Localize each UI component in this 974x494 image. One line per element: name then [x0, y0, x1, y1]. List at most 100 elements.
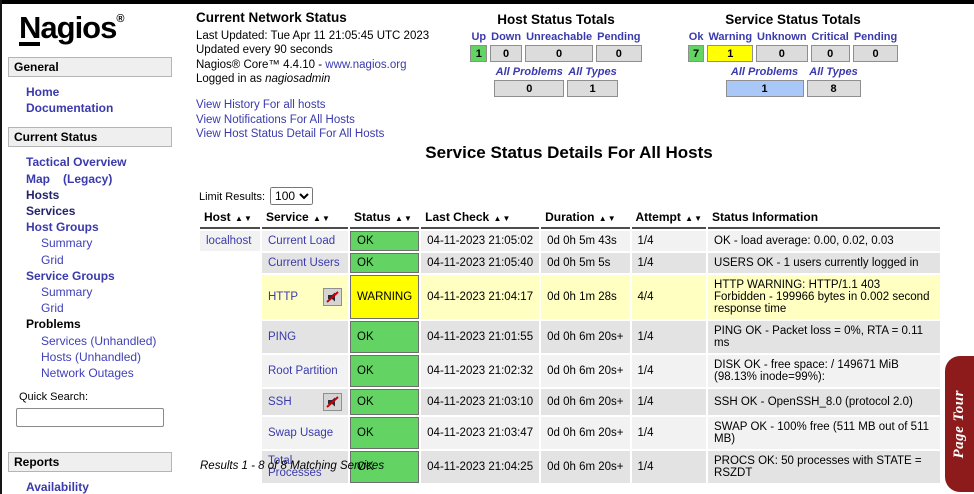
sidebar-item-hosts-unhandled[interactable]: Hosts (Unhandled): [8, 349, 172, 365]
host-totals-header-unreachable[interactable]: Unreachable: [525, 31, 593, 43]
service-all-problems-label[interactable]: All Problems: [726, 66, 804, 78]
limit-results-label: Limit Results:: [199, 191, 265, 203]
sidebar-item-service-groups-summary[interactable]: Summary: [8, 284, 172, 300]
last-check-value: 04-11-2023 21:02:32: [421, 355, 539, 387]
service-link[interactable]: SSH: [268, 396, 292, 408]
view-host-status-link[interactable]: View Host Status Detail For All Hosts: [196, 127, 456, 142]
service-all-types-label[interactable]: All Types: [807, 66, 861, 78]
left-border: [0, 0, 2, 494]
notifications-disabled-icon[interactable]: [323, 288, 342, 306]
attempt-value: 1/4: [632, 231, 707, 251]
sort-ascending-icon[interactable]: ▲: [599, 214, 607, 223]
service-link[interactable]: Root Partition: [268, 365, 338, 377]
notifications-disabled-icon[interactable]: [323, 393, 342, 411]
sort-descending-icon[interactable]: ▼: [608, 214, 616, 223]
host-cell-empty: [200, 389, 260, 415]
service-link[interactable]: Current Users: [268, 257, 340, 269]
status-badge: OK: [350, 231, 419, 251]
duration-value: 0d 0h 6m 20s+: [541, 355, 629, 387]
host-totals-title: Host Status Totals: [446, 12, 666, 27]
header-status-information: Status Information: [708, 208, 940, 229]
limit-results: Limit Results: 100: [199, 187, 313, 205]
quick-search-input[interactable]: [16, 408, 164, 427]
sort-ascending-icon[interactable]: ▲: [685, 214, 693, 223]
service-totals-summary-table: All Problems All Types 1 8: [723, 64, 864, 99]
status-information-value: SWAP OK - 100% free (511 MB out of 511 M…: [708, 417, 940, 449]
sidebar-item-availability[interactable]: Availability: [8, 479, 172, 494]
host-totals-header-up[interactable]: Up: [470, 31, 487, 43]
sidebar-item-documentation[interactable]: Documentation: [8, 100, 172, 116]
sidebar-item-service-groups[interactable]: Service Groups: [8, 268, 172, 284]
host-totals-unreachable-count: 0: [525, 45, 593, 62]
service-totals-header-pending[interactable]: Pending: [853, 31, 898, 43]
last-check-value: 04-11-2023 21:01:55: [421, 321, 539, 353]
host-totals-header-down[interactable]: Down: [490, 31, 522, 43]
duration-value: 0d 0h 1m 28s: [541, 275, 629, 319]
last-check-value: 04-11-2023 21:03:47: [421, 417, 539, 449]
sidebar-item-services-unhandled[interactable]: Services (Unhandled): [8, 333, 172, 349]
view-history-link[interactable]: View History For all hosts: [196, 98, 456, 113]
map-legacy-suffix[interactable]: (Legacy): [63, 172, 112, 186]
host-all-types-count: 1: [567, 80, 618, 97]
sidebar-item-host-groups-summary[interactable]: Summary: [8, 235, 172, 251]
page-tour-label: Page Tour: [951, 390, 968, 459]
status-information-value: SSH OK - OpenSSH_8.0 (protocol 2.0): [708, 389, 940, 415]
network-status-title: Current Network Status: [196, 11, 456, 26]
host-totals-header-pending[interactable]: Pending: [596, 31, 641, 43]
host-link[interactable]: localhost: [206, 235, 251, 247]
service-totals-critical-count: 0: [811, 45, 850, 62]
last-check-value: 04-11-2023 21:03:10: [421, 389, 539, 415]
status-badge: OK: [350, 355, 419, 387]
sidebar-item-services[interactable]: Services: [8, 203, 172, 219]
results-note: Results 1 - 8 of 8 Matching Services: [200, 460, 384, 472]
service-totals-header-ok[interactable]: Ok: [688, 31, 705, 43]
service-totals-header-critical[interactable]: Critical: [811, 31, 850, 43]
header-service: Service ▲▼: [262, 208, 348, 229]
sort-ascending-icon[interactable]: ▲: [313, 214, 321, 223]
host-cell-empty: [200, 275, 260, 319]
sort-ascending-icon[interactable]: ▲: [494, 214, 502, 223]
service-link[interactable]: HTTP: [268, 291, 298, 303]
sort-descending-icon[interactable]: ▼: [322, 214, 330, 223]
sort-descending-icon[interactable]: ▼: [694, 214, 702, 223]
logged-in-user: nagiosadmin: [265, 73, 330, 85]
status-information-value: USERS OK - 1 users currently logged in: [708, 253, 940, 273]
sort-descending-icon[interactable]: ▼: [404, 214, 412, 223]
sidebar-item-home[interactable]: Home: [8, 84, 172, 100]
service-totals-title: Service Status Totals: [662, 12, 924, 27]
sort-descending-icon[interactable]: ▼: [502, 214, 510, 223]
attempt-value: 1/4: [632, 253, 707, 273]
sort-ascending-icon[interactable]: ▲: [235, 214, 243, 223]
sidebar-item-map[interactable]: Map(Legacy): [8, 171, 172, 187]
table-row: localhost Current Load OK 04-11-2023 21:…: [200, 231, 940, 251]
service-link[interactable]: Swap Usage: [268, 427, 333, 439]
sidebar-item-service-groups-grid[interactable]: Grid: [8, 300, 172, 316]
service-totals-header-unknown[interactable]: Unknown: [756, 31, 808, 43]
sidebar-label-problems: Problems: [8, 316, 172, 332]
last-check-value: 04-11-2023 21:04:25: [421, 451, 539, 483]
sort-ascending-icon[interactable]: ▲: [395, 214, 403, 223]
page-tour-ribbon[interactable]: Page Tour: [945, 356, 974, 492]
status-information-value: DISK OK - free space: / 149671 MiB (98.1…: [708, 355, 940, 387]
view-notifications-link[interactable]: View Notifications For All Hosts: [196, 113, 456, 128]
service-link[interactable]: Current Load: [268, 235, 335, 247]
service-totals-header-warning[interactable]: Warning: [707, 31, 753, 43]
host-all-problems-label[interactable]: All Problems: [494, 66, 564, 78]
sort-descending-icon[interactable]: ▼: [244, 214, 252, 223]
limit-results-select[interactable]: 100: [270, 187, 313, 205]
service-totals-pending-count: 0: [853, 45, 898, 62]
sidebar-item-hosts[interactable]: Hosts: [8, 187, 172, 203]
sidebar-item-host-groups-grid[interactable]: Grid: [8, 252, 172, 268]
host-cell-empty: [200, 253, 260, 273]
table-row: SSH OK 04-11-2023 21:03:10 0d 0h 6m 20s+…: [200, 389, 940, 415]
sidebar-item-host-groups[interactable]: Host Groups: [8, 219, 172, 235]
sidebar-nav: General Home Documentation Current Statu…: [8, 57, 172, 494]
last-check-value: 04-11-2023 21:05:40: [421, 253, 539, 273]
service-link[interactable]: PING: [268, 331, 296, 343]
sidebar-item-tactical-overview[interactable]: Tactical Overview: [8, 154, 172, 170]
duration-value: 0d 0h 6m 20s+: [541, 417, 629, 449]
host-all-types-label[interactable]: All Types: [567, 66, 618, 78]
sidebar-item-network-outages[interactable]: Network Outages: [8, 365, 172, 381]
nagios-org-link[interactable]: www.nagios.org: [325, 59, 406, 71]
header-duration: Duration ▲▼: [541, 208, 629, 229]
